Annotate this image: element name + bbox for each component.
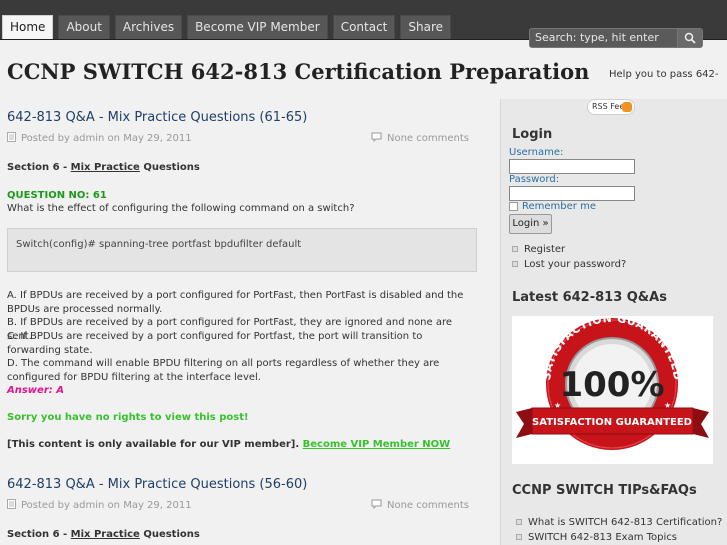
become-vip-link[interactable]: Become VIP Member NOW <box>303 439 451 450</box>
post-title[interactable]: 642-813 Q&A - Mix Practice Questions (56… <box>7 477 307 492</box>
post-title[interactable]: 642-813 Q&A - Mix Practice Questions (61… <box>7 110 307 125</box>
question-text: What is the effect of configuring the fo… <box>7 203 355 214</box>
answer-option-a: A. If BPDUs are received by a port confi… <box>7 290 464 315</box>
code-text: Switch(config)# spanning-tree portfast b… <box>16 239 302 250</box>
question-number: QUESTION NO: 61 <box>7 190 107 201</box>
nav-tab-become-vip[interactable]: Become VIP Member <box>187 15 328 39</box>
nav-tab-archives[interactable]: Archives <box>114 15 183 39</box>
nav-tab-share[interactable]: Share <box>400 15 452 39</box>
login-button[interactable]: Login » <box>509 214 552 234</box>
nav-tab-about[interactable]: About <box>58 15 110 39</box>
bullet-icon <box>516 534 522 540</box>
bullet-icon <box>516 519 522 525</box>
password-field[interactable] <box>509 186 635 201</box>
remember-me-label[interactable]: Remember me <box>522 201 596 212</box>
section-suffix: Questions <box>139 529 200 540</box>
remember-me-checkbox[interactable] <box>509 202 518 211</box>
bullet-icon <box>512 261 518 267</box>
section-link[interactable]: Mix Practice <box>71 162 140 173</box>
comments-link[interactable]: None comments <box>387 133 469 144</box>
tips-link[interactable]: SWITCH 642-813 Exam Topics <box>516 532 677 543</box>
answer-label: Answer: A <box>7 385 64 396</box>
site-tagline: Help you to pass 642- <box>609 69 719 80</box>
no-rights-notice: Sorry you have no rights to view this po… <box>7 412 249 423</box>
tips-link-label[interactable]: What is SWITCH 642-813 Certification? <box>528 517 722 528</box>
comment-icon <box>371 499 382 509</box>
username-label: Username: <box>509 147 564 158</box>
search-button[interactable] <box>677 29 702 47</box>
search-icon <box>684 32 696 44</box>
search-box[interactable]: Search: type, hit enter <box>529 28 703 48</box>
comments-link[interactable]: None comments <box>387 500 469 511</box>
section-heading: Section 6 - Mix Practice Questions <box>7 161 477 175</box>
register-link[interactable]: Register <box>512 244 565 255</box>
username-field[interactable] <box>509 159 635 174</box>
code-block: Switch(config)# spanning-tree portfast b… <box>7 228 477 272</box>
nav-tab-home[interactable]: Home <box>2 15 54 39</box>
satisfaction-badge[interactable]: ★ ★ SATISFACTION GUARANTEED 100% SATISFA… <box>512 316 713 464</box>
section-heading: Section 6 - Mix Practice Questions <box>7 528 477 542</box>
badge-ribbon-text: SATISFACTION GUARANTEED <box>532 417 692 428</box>
section-prefix: Section 6 - <box>7 162 71 173</box>
section-suffix: Questions <box>139 162 200 173</box>
main-nav: Home About Archives Become VIP Member Co… <box>2 15 456 39</box>
answer-option-d: D. The command will enable BPDU filterin… <box>7 358 440 383</box>
vip-notice-text: [This content is only available for our … <box>7 439 303 450</box>
comment-icon <box>371 132 382 142</box>
section-link[interactable]: Mix Practice <box>71 529 140 540</box>
site-title[interactable]: CCNP SWITCH 642-813 Certification Prepar… <box>7 59 589 84</box>
login-widget-title: Login <box>512 127 553 142</box>
lost-password-label[interactable]: Lost your password? <box>524 259 626 270</box>
badge-number: 100% <box>559 365 664 405</box>
nav-tab-contact[interactable]: Contact <box>332 15 396 39</box>
document-icon <box>7 499 16 509</box>
latest-qa-widget-title: Latest 642-813 Q&As <box>512 290 667 305</box>
tips-link-label[interactable]: SWITCH 642-813 Exam Topics <box>528 532 677 543</box>
tips-widget-title: CCNP SWITCH TIPs&FAQs <box>512 483 697 498</box>
register-label[interactable]: Register <box>524 244 565 255</box>
document-icon <box>7 132 16 142</box>
lost-password-link[interactable]: Lost your password? <box>512 259 626 270</box>
tips-link[interactable]: What is SWITCH 642-813 Certification? <box>516 517 722 528</box>
post-meta: Posted by admin on May 29, 2011 None com… <box>7 132 469 146</box>
post-meta-text: Posted by admin on May 29, 2011 <box>21 133 192 144</box>
bullet-icon <box>512 246 518 252</box>
post-meta: Posted by admin on May 29, 2011 None com… <box>7 499 469 513</box>
section-prefix: Section 6 - <box>7 529 71 540</box>
post-meta-text: Posted by admin on May 29, 2011 <box>21 500 192 511</box>
badge-graphic: ★ ★ SATISFACTION GUARANTEED 100% SATISFA… <box>516 316 709 450</box>
rss-feed-button[interactable]: RSS Feed <box>587 99 635 115</box>
rss-icon <box>622 102 632 112</box>
password-label: Password: <box>509 174 560 185</box>
vip-notice: [This content is only available for our … <box>7 438 477 452</box>
search-input[interactable]: Search: type, hit enter <box>535 31 659 44</box>
answer-option-c: C. If BPDUs are received by a port confi… <box>7 331 423 356</box>
